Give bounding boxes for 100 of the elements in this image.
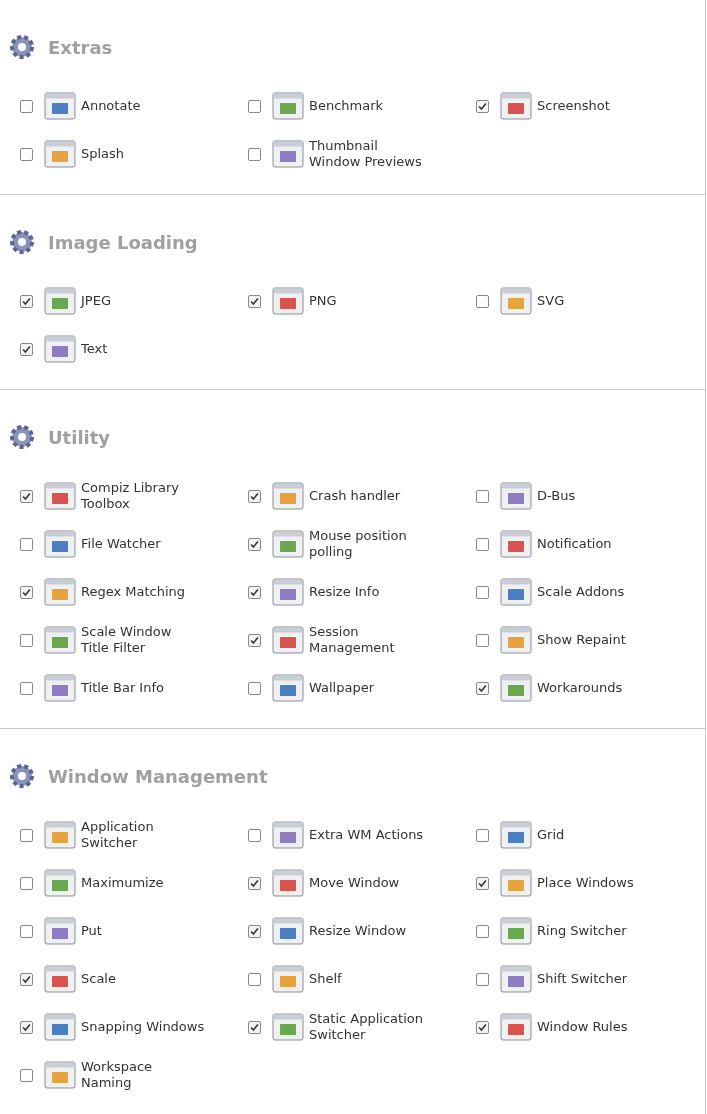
checkbox[interactable] bbox=[20, 972, 33, 986]
plugin-label: Annotate bbox=[81, 98, 141, 114]
checkbox[interactable] bbox=[20, 876, 33, 890]
window-icon bbox=[500, 480, 532, 512]
plugin-label: Extra WM Actions bbox=[309, 827, 424, 843]
window-icon bbox=[44, 1059, 76, 1091]
plugin-label: Benchmark bbox=[309, 98, 384, 114]
window-icon bbox=[44, 333, 76, 365]
checkbox[interactable] bbox=[476, 489, 489, 503]
checkbox[interactable] bbox=[248, 876, 261, 890]
plugin-label: Session Management bbox=[309, 624, 395, 656]
window-icon bbox=[44, 819, 76, 851]
checkbox[interactable] bbox=[476, 972, 489, 986]
plugin-label: Scale bbox=[81, 971, 116, 987]
window-icon bbox=[44, 963, 76, 995]
checkbox[interactable] bbox=[476, 681, 489, 695]
window-icon bbox=[500, 915, 532, 947]
checkbox[interactable] bbox=[20, 633, 33, 647]
checkbox[interactable] bbox=[20, 828, 33, 842]
checkbox[interactable] bbox=[248, 99, 261, 113]
plugin-label: D-Bus bbox=[537, 488, 576, 504]
plugin-label: Static Application Switcher bbox=[309, 1011, 423, 1043]
checkbox[interactable] bbox=[248, 1020, 261, 1034]
plugin-label: Show Repaint bbox=[537, 632, 626, 648]
checkbox[interactable] bbox=[20, 681, 33, 695]
window-icon bbox=[272, 867, 304, 899]
plugin-label: Shift Switcher bbox=[537, 971, 627, 987]
window-icon bbox=[500, 90, 532, 122]
checkbox[interactable] bbox=[20, 1020, 33, 1034]
checkbox[interactable] bbox=[20, 1068, 33, 1082]
plugin-label: Window Rules bbox=[537, 1019, 628, 1035]
window-icon bbox=[272, 90, 304, 122]
plugin-label: Thumbnail Window Previews bbox=[309, 138, 422, 170]
checkbox[interactable] bbox=[476, 1020, 489, 1034]
checkbox[interactable] bbox=[476, 828, 489, 842]
plugin-label: Snapping Windows bbox=[81, 1019, 205, 1035]
checkbox[interactable] bbox=[248, 294, 261, 308]
window-icon bbox=[272, 1011, 304, 1043]
window-icon bbox=[272, 963, 304, 995]
checkbox[interactable] bbox=[248, 828, 261, 842]
checkbox[interactable] bbox=[248, 633, 261, 647]
plugin-label: Resize Info bbox=[309, 584, 380, 600]
checkbox[interactable] bbox=[476, 924, 489, 938]
plugin-label: Place Windows bbox=[537, 875, 634, 891]
plugin-label: Move Window bbox=[309, 875, 400, 891]
window-icon bbox=[44, 90, 76, 122]
window-icon bbox=[272, 624, 304, 656]
section-title: Utility bbox=[48, 426, 111, 448]
checkbox[interactable] bbox=[248, 972, 261, 986]
plugin-label: Scale Window Title Filter bbox=[81, 624, 172, 656]
window-icon bbox=[500, 528, 532, 560]
checkbox[interactable] bbox=[20, 537, 33, 551]
checkbox[interactable] bbox=[20, 342, 33, 356]
checkbox[interactable] bbox=[248, 585, 261, 599]
plugin-label: Shelf bbox=[309, 971, 342, 987]
checkbox[interactable] bbox=[248, 924, 261, 938]
checkbox[interactable] bbox=[476, 876, 489, 890]
window-icon bbox=[272, 915, 304, 947]
plugin-label: Workspace Naming bbox=[81, 1059, 153, 1091]
plugin-label: Mouse position polling bbox=[309, 528, 407, 560]
window-icon bbox=[44, 624, 76, 656]
checkbox[interactable] bbox=[248, 681, 261, 695]
checkbox[interactable] bbox=[248, 537, 261, 551]
plugin-label: Wallpaper bbox=[309, 680, 375, 696]
plugin-label: Scale Addons bbox=[537, 584, 625, 600]
plugin-label: Text bbox=[81, 341, 108, 357]
checkbox[interactable] bbox=[20, 147, 33, 161]
plugin-label: Application Switcher bbox=[81, 819, 154, 851]
window-icon bbox=[44, 285, 76, 317]
plugin-label: Maximumize bbox=[81, 875, 164, 891]
checkbox[interactable] bbox=[476, 537, 489, 551]
checkbox[interactable] bbox=[248, 147, 261, 161]
window-icon bbox=[44, 138, 76, 170]
checkbox[interactable] bbox=[20, 99, 33, 113]
checkbox[interactable] bbox=[20, 489, 33, 503]
checkbox[interactable] bbox=[20, 294, 33, 308]
window-icon bbox=[44, 867, 76, 899]
window-icon bbox=[500, 819, 532, 851]
checkbox[interactable] bbox=[476, 633, 489, 647]
window-icon bbox=[272, 576, 304, 608]
plugin-label: Notification bbox=[537, 536, 612, 552]
window-icon bbox=[500, 1011, 532, 1043]
window-icon bbox=[500, 867, 532, 899]
checkbox[interactable] bbox=[476, 294, 489, 308]
section-title: Extras bbox=[48, 36, 113, 58]
plugin-label: JPEG bbox=[81, 293, 111, 309]
checkbox[interactable] bbox=[476, 585, 489, 599]
window-icon bbox=[44, 576, 76, 608]
plugin-label: Screenshot bbox=[537, 98, 610, 114]
window-icon bbox=[500, 672, 532, 704]
checkbox[interactable] bbox=[476, 99, 489, 113]
checkbox[interactable] bbox=[20, 924, 33, 938]
window-icon bbox=[44, 915, 76, 947]
window-icon bbox=[44, 1011, 76, 1043]
section-title: Window Management bbox=[48, 765, 268, 787]
plugin-label: Workarounds bbox=[537, 680, 623, 696]
plugin-label: SVG bbox=[537, 293, 565, 309]
checkbox[interactable] bbox=[20, 585, 33, 599]
checkbox[interactable] bbox=[248, 489, 261, 503]
plugin-label: Title Bar Info bbox=[81, 680, 164, 696]
